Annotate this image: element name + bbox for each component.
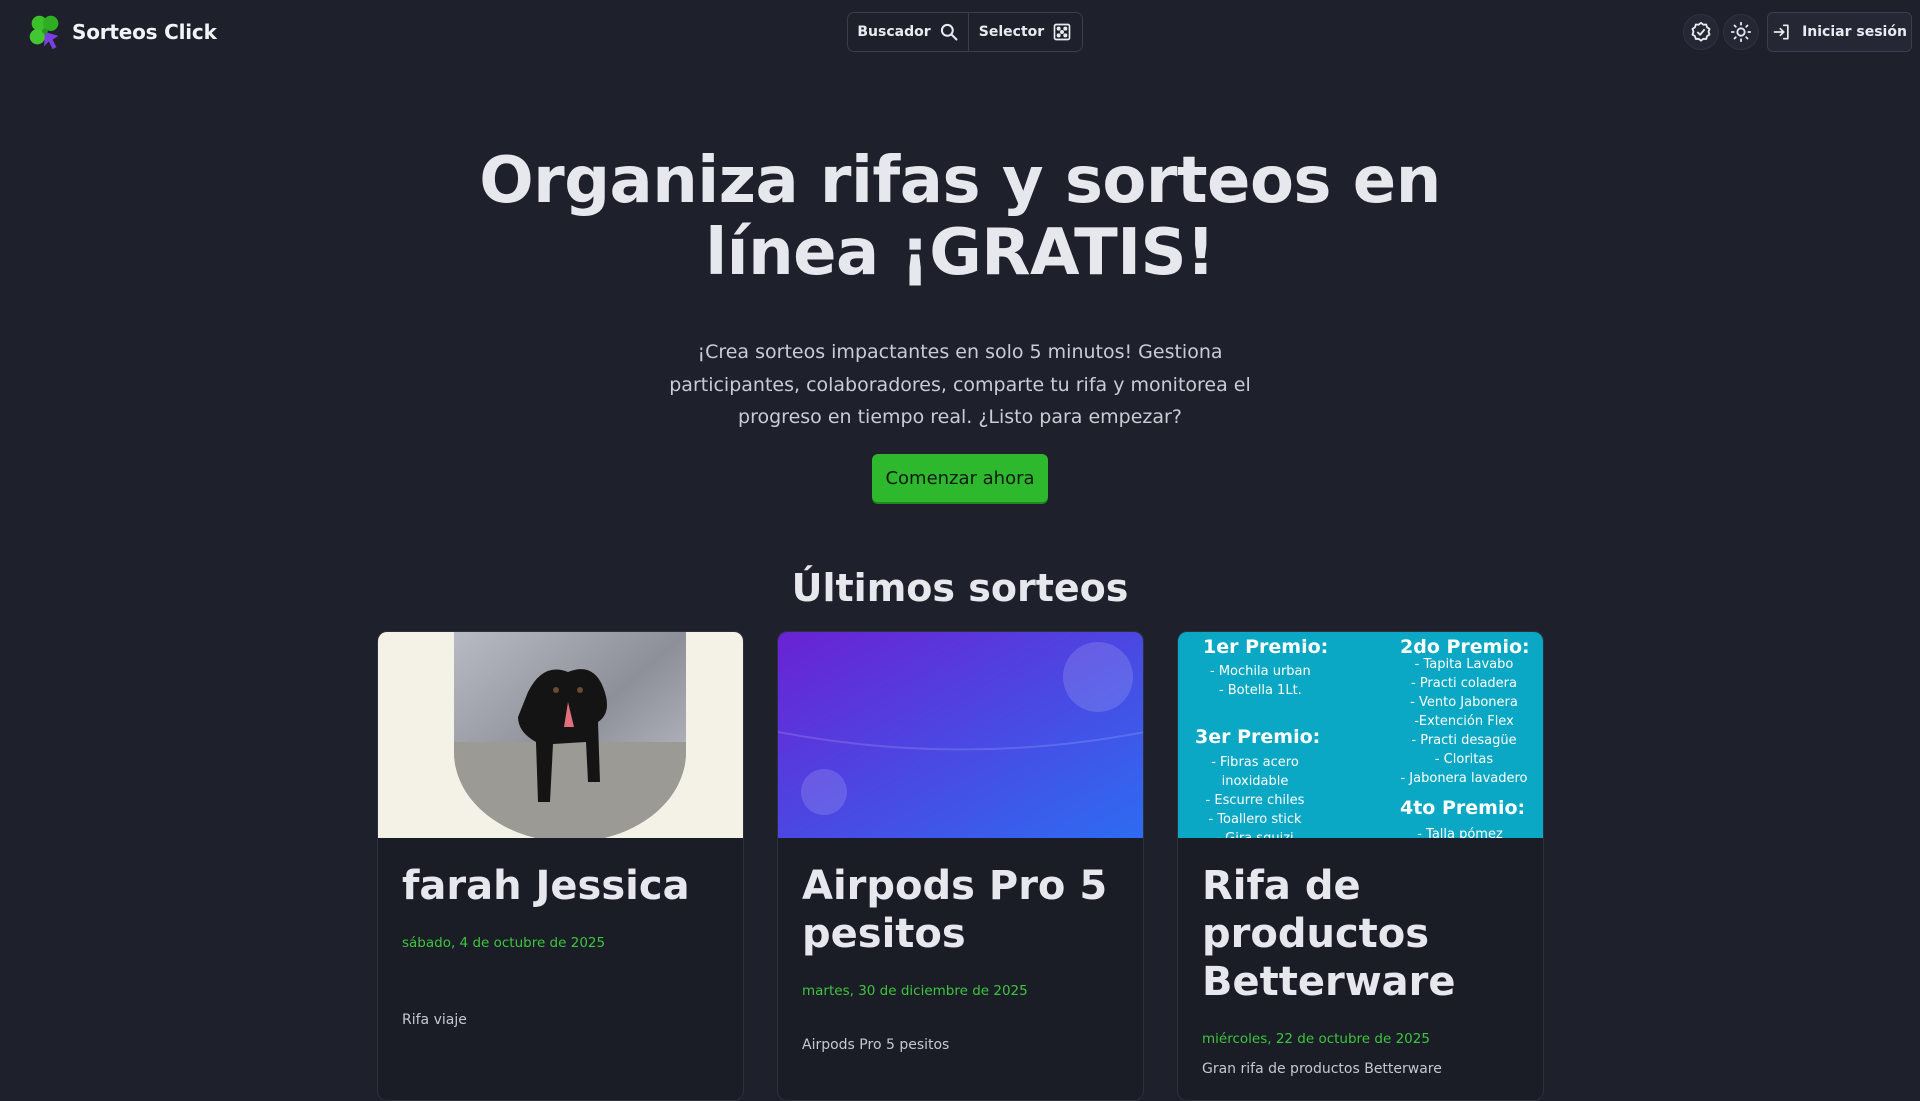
hero-subtitle: ¡Crea sorteos impactantes en solo 5 minu…	[660, 336, 1260, 434]
login-icon	[1772, 22, 1792, 42]
brand-name: Sorteos Click	[72, 20, 217, 44]
hero-subtitle-line3: progreso en tiempo real. ¿Listo para emp…	[738, 406, 1182, 428]
card-date: martes, 30 de diciembre de 2025	[802, 983, 1028, 999]
prize-item: inoxidable	[1221, 774, 1289, 789]
card-description: Gran rifa de productos Betterware	[1202, 1061, 1442, 1077]
raffle-card[interactable]: 1er Premio: - Mochila urban - Botella 1L…	[1177, 631, 1544, 1101]
card-image	[378, 632, 743, 838]
prize-heading: 4to Premio:	[1400, 797, 1526, 819]
card-title: Airpods Pro 5 pesitos	[802, 862, 1122, 958]
prize-heading: 1er Premio:	[1203, 636, 1329, 658]
hero-subtitle-line1: ¡Crea sorteos impactantes en solo 5 minu…	[697, 341, 1223, 363]
prize-item: - Escurre chiles	[1205, 793, 1305, 808]
prize-items: - Tapita Lavabo - Practi coladera - Vent…	[1400, 655, 1528, 788]
prize-item: - Fibras acero	[1211, 755, 1299, 770]
login-button[interactable]: Iniciar sesión	[1767, 12, 1912, 52]
card-date: sábado, 4 de octubre de 2025	[402, 935, 606, 951]
prize-item: - Mochila urban	[1210, 664, 1311, 679]
selector-button-label: Selector	[978, 24, 1045, 40]
search-button-label: Buscador	[857, 24, 931, 40]
card-title-line1: Rifa de	[1202, 863, 1361, 909]
selector-button[interactable]: Selector	[969, 13, 1082, 51]
theme-toggle-button[interactable]	[1723, 14, 1759, 50]
prize-item: -Extención Flex	[1414, 714, 1514, 729]
top-navbar: Sorteos Click Buscador Selector Iniciar …	[0, 0, 1920, 64]
card-description: Airpods Pro 5 pesitos	[802, 1037, 950, 1053]
search-button[interactable]: Buscador	[848, 13, 969, 51]
hero-title-line1: Organiza rifas y sorteos en	[479, 144, 1441, 218]
card-description: Rifa viaje	[402, 1012, 467, 1028]
login-button-label: Iniciar sesión	[1802, 24, 1907, 40]
prize-block: 4to Premio:	[1400, 797, 1525, 819]
card-date: miércoles, 22 de octubre de 2025	[1202, 1031, 1430, 1047]
prize-items: - Mochila urban - Botella 1Lt.	[1210, 662, 1311, 700]
sun-icon	[1730, 21, 1752, 43]
prize-list-image: 1er Premio: - Mochila urban - Botella 1L…	[1178, 632, 1543, 838]
dice-icon	[1052, 22, 1072, 42]
card-title-line3: Betterware	[1202, 959, 1456, 1005]
prize-item: - Talla pómez	[1417, 827, 1503, 838]
card-title-line2: productos	[1202, 911, 1430, 957]
card-title: farah Jessica	[402, 863, 690, 909]
prize-block: 3er Premio:	[1195, 726, 1320, 748]
prize-item: - Practi desagüe	[1411, 733, 1517, 748]
card-image: 1er Premio: - Mochila urban - Botella 1L…	[1178, 632, 1543, 838]
hero-title: Organiza rifas y sorteos en línea ¡GRATI…	[460, 145, 1460, 289]
prize-item: - Cloritas	[1434, 752, 1494, 767]
raffle-card[interactable]: farah Jessica sábado, 4 de octubre de 20…	[377, 631, 744, 1101]
prize-item: - Practi coladera	[1411, 676, 1517, 691]
card-title-line2: pesitos	[802, 911, 966, 957]
raffle-card[interactable]: Airpods Pro 5 pesitos martes, 30 de dici…	[777, 631, 1144, 1101]
card-image	[778, 632, 1143, 838]
prize-item: - Botella 1Lt.	[1218, 683, 1302, 698]
prize-item: - Jabonera lavadero	[1400, 771, 1528, 786]
latest-raffles-title: Últimos sorteos	[791, 566, 1129, 610]
prize-item: - Gira squizi	[1204, 829, 1306, 838]
prize-item: - Vento Jabonera	[1410, 695, 1518, 710]
start-now-button[interactable]: Comenzar ahora	[872, 454, 1048, 502]
brand-logo[interactable]: Sorteos Click	[24, 12, 217, 52]
prize-item: - Tapita Lavabo	[1414, 657, 1514, 672]
hero-subtitle-line2: participantes, colaboradores, comparte t…	[669, 373, 1251, 396]
card-title: Rifa de productos Betterware	[1202, 862, 1522, 1006]
clover-logo-icon	[24, 11, 66, 53]
verified-button[interactable]	[1683, 14, 1719, 50]
verified-badge-icon	[1690, 21, 1712, 43]
card-title-line1: Airpods Pro 5	[802, 863, 1108, 909]
hero-title-line2: línea ¡GRATIS!	[705, 216, 1215, 290]
prize-heading: 3er Premio:	[1195, 726, 1321, 748]
search-icon	[939, 22, 959, 42]
tool-button-group: Buscador Selector	[847, 12, 1083, 52]
prize-items: - Talla pómez	[1410, 825, 1510, 838]
prize-block: 1er Premio:	[1203, 636, 1328, 658]
prize-item: - Toallero stick	[1208, 812, 1302, 827]
prize-items: - Fibras acero inoxidable - Escurre chil…	[1204, 753, 1306, 838]
